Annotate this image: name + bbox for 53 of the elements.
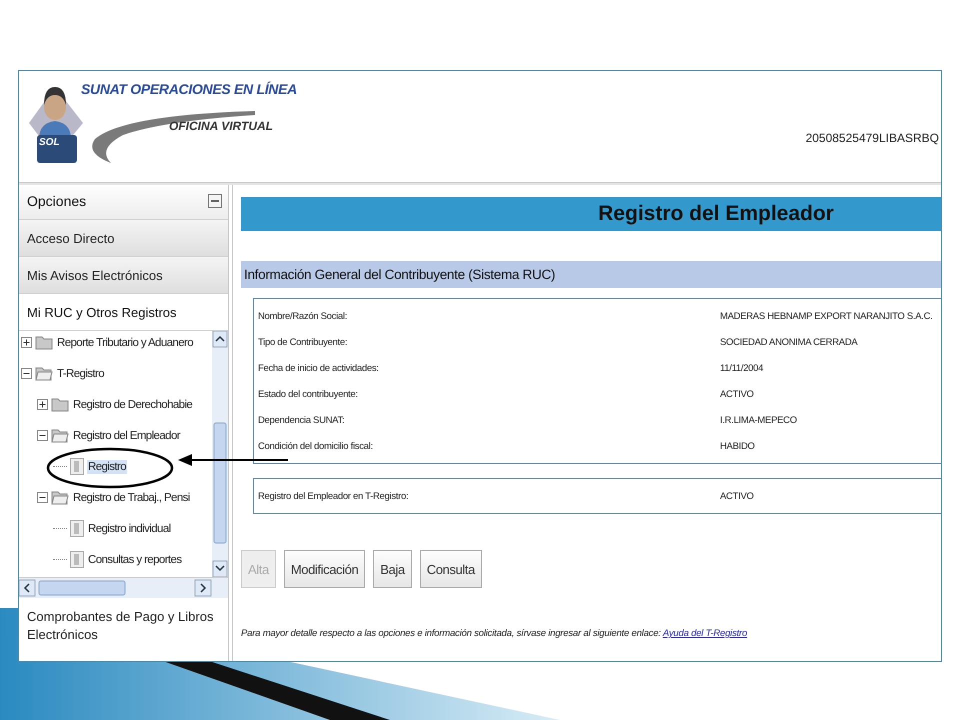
menu-section[interactable]: Comprobantes de Pago y Libros Electrónicos xyxy=(19,598,228,644)
tree-item[interactable]: T-Registro xyxy=(56,366,106,380)
field-value: ACTIVO xyxy=(720,490,755,502)
tree-item[interactable]: Registro xyxy=(87,460,128,474)
open-folder-icon xyxy=(35,366,53,381)
tree-item[interactable]: Consultas y reportes xyxy=(87,552,182,566)
logo-badge-text: SOL xyxy=(39,137,60,148)
help-note: Para mayor detalle respecto a las opciones e información solicitada, sírvase ingresar al siguiente enlace: Ayuda del T-Registro xyxy=(241,628,748,639)
section-title: Información General del Contribuyente (Sistema RUC) xyxy=(241,261,941,288)
minus-icon[interactable] xyxy=(37,492,48,503)
open-folder-icon xyxy=(51,490,69,505)
options-title: Opciones xyxy=(27,193,86,209)
action-button[interactable]: Modificación xyxy=(284,550,366,588)
plus-icon[interactable] xyxy=(21,337,32,348)
page-title: Registro del Empleador xyxy=(598,202,834,226)
field-label: Estado del contribuyente: xyxy=(258,388,359,400)
menu-section[interactable]: Mis Avisos Electrónicos xyxy=(19,257,228,294)
tree-item[interactable]: Reporte Tributario y Aduanero xyxy=(56,336,194,350)
field-value: ACTIVO xyxy=(720,388,755,400)
site-subtitle: OFICINA VIRTUAL xyxy=(169,119,273,133)
collapse-icon[interactable] xyxy=(208,194,222,208)
field-value: SOCIEDAD ANONIMA CERRADA xyxy=(720,336,859,348)
field-label: Fecha de inicio de actividades: xyxy=(258,362,380,374)
document-icon xyxy=(70,551,84,568)
field-value: HABIDO xyxy=(720,440,756,452)
folder-icon xyxy=(35,335,53,350)
tree-item[interactable]: Registro de Trabaj., Pensi xyxy=(72,490,191,504)
field-label: Condición del domicilio fiscal: xyxy=(258,440,374,452)
document-icon xyxy=(70,458,84,475)
horizontal-scrollbar[interactable] xyxy=(19,578,228,598)
tree-item[interactable]: Registro del Empleador xyxy=(72,428,181,442)
field-label: Registro del Empleador en T-Registro: xyxy=(258,490,410,502)
field-value: I.R.LIMA-MEPECO xyxy=(720,414,798,426)
help-link[interactable]: Ayuda del T-Registro xyxy=(662,628,748,639)
tree-item[interactable]: Registro individual xyxy=(87,522,172,536)
field-label: Nombre/Razón Social: xyxy=(258,310,348,322)
vertical-scrollbar[interactable] xyxy=(212,331,228,577)
field-value: 11/11/2004 xyxy=(720,362,764,374)
site-title: SUNAT OPERACIONES EN LÍNEA xyxy=(81,81,297,97)
document-icon xyxy=(70,520,84,537)
plus-icon[interactable] xyxy=(37,399,48,410)
minus-icon[interactable] xyxy=(21,368,32,379)
action-button[interactable]: Baja xyxy=(373,550,412,588)
user-code: 20508525479LIBASRBQ xyxy=(806,131,939,145)
action-button[interactable]: Consulta xyxy=(420,550,482,588)
tree-item[interactable]: Registro de Derechohabie xyxy=(72,398,194,412)
field-value: MADERAS HEBNAMP EXPORT NARANJITO S.A.C. xyxy=(720,310,934,322)
menu-section[interactable]: Acceso Directo xyxy=(19,220,228,257)
folder-icon xyxy=(51,397,69,412)
field-label: Dependencia SUNAT: xyxy=(258,414,346,426)
field-label: Tipo de Contribuyente: xyxy=(258,336,348,348)
open-folder-icon xyxy=(51,428,69,443)
minus-icon[interactable] xyxy=(37,430,48,441)
